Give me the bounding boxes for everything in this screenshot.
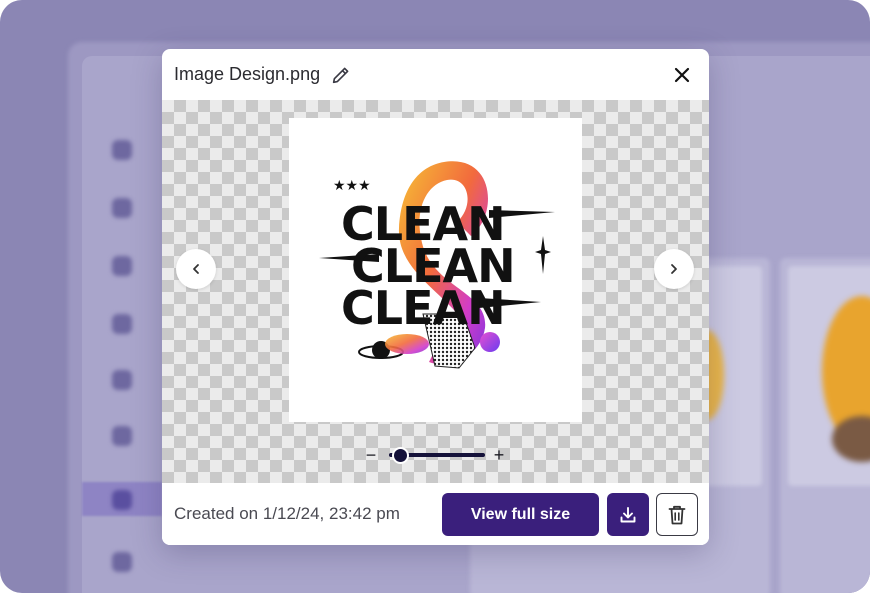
chevron-right-icon bbox=[671, 264, 677, 274]
zoom-slider-thumb[interactable] bbox=[392, 447, 410, 464]
background-home-icon bbox=[112, 140, 132, 160]
background-bag-icon bbox=[112, 314, 132, 334]
zoom-out-button[interactable]: − bbox=[363, 444, 379, 466]
rename-button[interactable] bbox=[328, 62, 354, 88]
previous-image-button[interactable] bbox=[176, 249, 216, 289]
image-preview-area: ★★★ CLEAN CLEAN CLEAN − + bbox=[162, 100, 709, 533]
background-list-icon bbox=[112, 426, 132, 446]
svg-text:★★★: ★★★ bbox=[333, 178, 371, 194]
clean-artwork-graphic: ★★★ CLEAN CLEAN CLEAN bbox=[319, 161, 555, 369]
trash-icon bbox=[668, 505, 686, 524]
download-button[interactable] bbox=[607, 493, 649, 536]
modal-header: Image Design.png bbox=[162, 49, 709, 100]
zoom-in-button[interactable]: + bbox=[491, 444, 507, 466]
background-grid-icon bbox=[112, 198, 132, 218]
created-timestamp: Created on 1/12/24, 23:42 pm bbox=[174, 504, 400, 523]
background-chart-icon bbox=[112, 552, 132, 572]
background-image-icon bbox=[112, 490, 132, 510]
file-name: Image Design.png bbox=[174, 64, 321, 84]
chevron-left-icon bbox=[193, 264, 199, 274]
view-full-size-button[interactable]: View full size bbox=[442, 493, 599, 536]
image-artwork: ★★★ CLEAN CLEAN CLEAN bbox=[289, 118, 582, 422]
pencil-icon bbox=[332, 67, 349, 83]
modal-footer: Created on 1/12/24, 23:42 pm View full s… bbox=[162, 483, 709, 545]
zoom-control: − + bbox=[362, 444, 508, 466]
close-icon bbox=[674, 67, 690, 83]
background-shapes-icon bbox=[112, 256, 132, 276]
close-button[interactable] bbox=[669, 62, 695, 88]
delete-button[interactable] bbox=[656, 493, 698, 536]
next-image-button[interactable] bbox=[654, 249, 694, 289]
artwork-text-line-3: CLEAN bbox=[341, 281, 505, 335]
download-icon bbox=[620, 506, 636, 522]
image-preview-modal: Image Design.png ★★★ CLEAN CLEAN CLEAN −… bbox=[162, 49, 709, 545]
background-document-icon bbox=[112, 370, 132, 390]
